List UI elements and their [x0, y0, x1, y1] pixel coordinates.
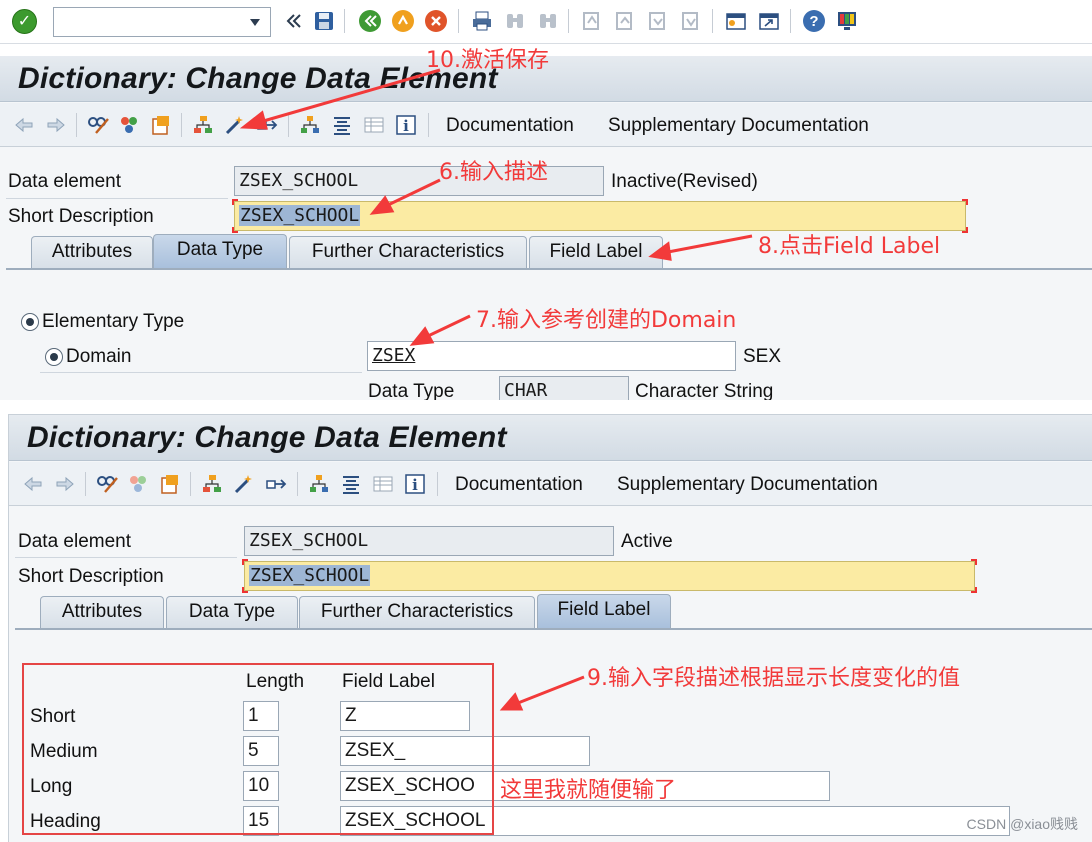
hierarchy-icon[interactable] [200, 472, 224, 496]
enter-icon[interactable]: ✓ [12, 9, 37, 34]
short-description-field[interactable]: ZSEX_SCHOOL [234, 201, 966, 231]
annotation-activate-save: 10.激活保存 [426, 48, 549, 73]
cancel-icon[interactable] [424, 9, 448, 33]
application-toolbar: i Documentation Supplementary Documentat… [0, 103, 1092, 147]
short-description-label: Short Description [8, 206, 154, 227]
domain-field[interactable]: ZSEX [367, 341, 736, 371]
tab-further-characteristics[interactable]: Further Characteristics [289, 236, 527, 268]
table-display-icon [373, 476, 393, 492]
shortcut-icon[interactable] [757, 9, 781, 33]
command-field[interactable] [53, 7, 271, 37]
back-arrow-icon [24, 476, 42, 492]
where-used-icon[interactable] [264, 472, 288, 496]
supplementary-documentation-button[interactable]: Supplementary Documentation [608, 115, 869, 137]
last-page-icon [682, 12, 698, 30]
exit-icon[interactable] [391, 9, 415, 33]
status-text: Inactive(Revised) [611, 171, 758, 192]
table-display-icon [364, 117, 384, 133]
tab-attributes[interactable]: Attributes [40, 596, 164, 628]
domain-radio[interactable] [45, 348, 63, 366]
check-icon[interactable] [149, 113, 173, 137]
data-type-label: Data Type [368, 381, 455, 400]
activate-icon[interactable] [232, 472, 256, 496]
short-description-value: ZSEX_SCHOOL [249, 565, 371, 586]
layout-icon[interactable] [835, 9, 859, 33]
display-change-icon[interactable] [86, 113, 110, 137]
forward-arrow-icon [56, 476, 74, 492]
svg-text:?: ? [809, 13, 818, 30]
short-description-label: Short Description [18, 566, 164, 587]
annotation-enter-description: 6.输入描述 [439, 160, 548, 185]
field-label-highlight-box [22, 663, 494, 835]
first-page-icon [583, 12, 599, 30]
forward-arrow-icon [47, 117, 65, 133]
info-icon[interactable]: i [394, 113, 418, 137]
data-element-label: Data element [8, 171, 122, 192]
tab-further-characteristics[interactable]: Further Characteristics [299, 596, 535, 628]
tab-data-type[interactable]: Data Type [153, 234, 287, 268]
annotation-enter-domain: 7.输入参考创建的Domain [476, 308, 737, 333]
short-description-value: ZSEX_SCHOOL [239, 205, 361, 226]
title-bar: Dictionary: Change Data Element [9, 415, 1092, 461]
nav-back-icon[interactable] [282, 9, 306, 33]
where-used-icon[interactable] [255, 113, 279, 137]
data-element-field: ZSEX_SCHOOL [244, 526, 614, 556]
back-icon[interactable] [358, 9, 382, 33]
system-toolbar: ✓ ? [0, 0, 1092, 44]
navigation-window-icon[interactable] [339, 472, 363, 496]
tab-attributes[interactable]: Attributes [31, 236, 153, 268]
new-session-icon[interactable] [724, 9, 748, 33]
print-icon[interactable] [470, 9, 494, 33]
data-element-field: ZSEX_SCHOOL [234, 166, 604, 196]
hierarchy-icon[interactable] [191, 113, 215, 137]
application-toolbar: i Documentation Supplementary Documentat… [9, 462, 1092, 506]
prev-page-icon [616, 12, 632, 30]
chevron-down-icon[interactable] [250, 19, 260, 26]
short-description-field[interactable]: ZSEX_SCHOOL [244, 561, 975, 591]
data-element-label: Data element [18, 531, 132, 552]
find-next-icon [540, 14, 556, 28]
save-icon[interactable] [312, 9, 336, 33]
help-icon[interactable]: ? [802, 9, 826, 33]
info-icon[interactable]: i [403, 472, 427, 496]
tab-field-label[interactable]: Field Label [537, 594, 671, 628]
status-text: Active [621, 531, 673, 552]
navigation-window-icon[interactable] [330, 113, 354, 137]
check-icon[interactable] [158, 472, 182, 496]
back-arrow-icon [15, 117, 33, 133]
next-page-icon [649, 12, 665, 30]
annotation-enter-field-labels: 9.输入字段描述根据显示长度变化的值 [587, 666, 960, 691]
documentation-button[interactable]: Documentation [455, 474, 583, 496]
svg-text:i: i [412, 476, 418, 494]
activate-icon[interactable] [223, 113, 247, 137]
data-type-description: Character String [635, 381, 774, 400]
annotation-casual-note: 这里我就随便输了 [500, 778, 677, 803]
watermark: CSDN @xiao贱贱 [966, 816, 1078, 832]
domain-value: ZSEX [372, 345, 416, 366]
tab-strip: Attributes Data Type Further Characteris… [9, 594, 1092, 630]
elementary-type-label: Elementary Type [42, 311, 185, 332]
domain-description: SEX [743, 346, 782, 367]
elementary-type-radio[interactable] [21, 313, 39, 331]
tab-field-label[interactable]: Field Label [529, 236, 663, 268]
tab-data-type[interactable]: Data Type [166, 596, 298, 628]
svg-text:i: i [403, 117, 409, 135]
display-change-icon[interactable] [95, 472, 119, 496]
object-list-icon[interactable] [307, 472, 331, 496]
object-list-icon[interactable] [298, 113, 322, 137]
page-title: Dictionary: Change Data Element [27, 421, 507, 454]
find-icon [507, 14, 523, 28]
data-type-field: CHAR [499, 376, 629, 400]
other-object-icon[interactable] [117, 113, 141, 137]
other-object-icon[interactable] [126, 472, 150, 496]
domain-label: Domain [66, 346, 132, 367]
documentation-button[interactable]: Documentation [446, 115, 574, 137]
supplementary-documentation-button[interactable]: Supplementary Documentation [617, 474, 878, 496]
annotation-click-field-label: 8.点击Field Label [758, 234, 941, 259]
